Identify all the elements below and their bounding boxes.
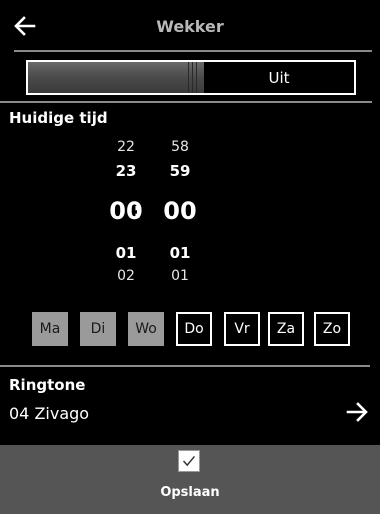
day-vr[interactable]: Vr [224,312,260,346]
time-separator: : [133,199,142,224]
minute-next1: 01 [169,244,191,262]
ringtone-value: 04 Zivago [9,404,90,423]
save-button[interactable]: Opslaan [0,485,380,500]
hour-current[interactable]: 00 [96,197,156,225]
hour-prev1: 23 [115,162,137,180]
divider [0,101,372,103]
day-za[interactable]: Za [268,312,304,346]
minute-current[interactable]: 00 [150,197,210,225]
toggle-knob[interactable] [28,62,204,93]
day-zo[interactable]: Zo [314,312,350,346]
day-ma[interactable]: Ma [32,312,68,346]
day-do[interactable]: Do [176,312,212,346]
hour-next1: 01 [115,244,137,262]
alarm-toggle[interactable]: Uit [26,60,356,95]
current-time-label: Huidige tijd [9,109,108,127]
minute-prev2: 58 [171,139,189,155]
page-title: Wekker [156,17,224,36]
minute-next2: 01 [171,268,189,284]
toggle-state-label: Uit [268,69,290,87]
arrow-right-icon[interactable] [346,402,368,422]
minute-prev1: 59 [169,162,191,180]
header-bar: Wekker [0,0,380,50]
hour-prev2: 22 [117,139,135,155]
divider [14,50,372,52]
hour-next2: 02 [117,268,135,284]
footer-bar: Opslaan [0,445,380,514]
divider [0,365,370,367]
day-di[interactable]: Di [80,312,116,346]
day-wo[interactable]: Wo [128,312,164,346]
ringtone-label: Ringtone [9,376,86,394]
checkbox-checked-icon[interactable] [178,450,200,472]
